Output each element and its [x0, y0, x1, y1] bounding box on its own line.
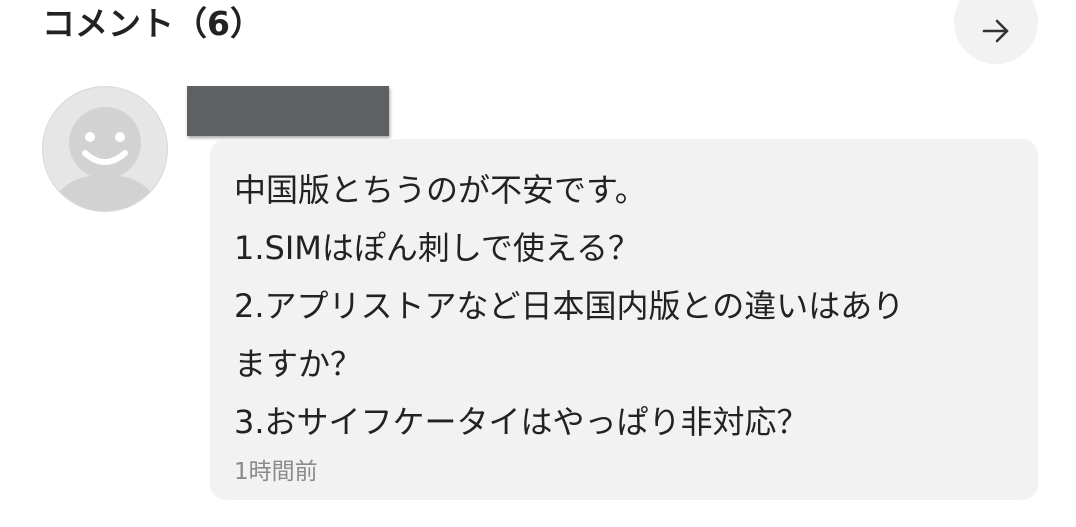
- smiley-face-avatar-icon: [51, 107, 159, 211]
- comment-line-5: 3.おサイフケータイはやっぱり非対応？: [234, 403, 809, 441]
- comment-line-3: 2.アプリストアなど日本国内版との違いはあり: [234, 287, 905, 325]
- comments-header: コメント（6）: [42, 0, 1042, 64]
- comment-line-1: 中国版とちうのが不安です。: [234, 171, 647, 209]
- comment-line-4: ますか？: [234, 345, 363, 383]
- author-name-redacted: [187, 86, 389, 136]
- comment-bubble: 中国版とちうのが不安です。 1.SIMはぽん刺しで使える？ 2.アプリストアなど…: [210, 139, 1038, 500]
- avatar[interactable]: [42, 86, 168, 212]
- view-all-comments-button[interactable]: [954, 0, 1038, 64]
- comment-timestamp: 1時間前: [234, 459, 318, 485]
- comment-line-2: 1.SIMはぽん刺しで使える？: [234, 229, 640, 267]
- arrow-right-icon: [982, 19, 1009, 43]
- comments-title: コメント（6）: [42, 4, 263, 43]
